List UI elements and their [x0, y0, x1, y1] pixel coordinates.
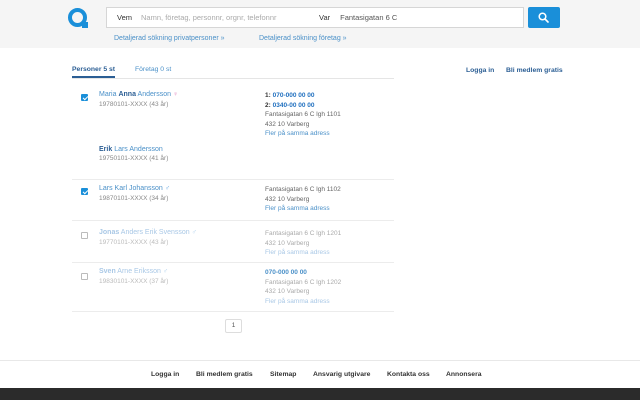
row-divider — [72, 262, 394, 263]
search-button[interactable] — [528, 7, 560, 28]
person-id: 19830101-XXXX (37 år) — [99, 278, 169, 285]
phone-value: 070-000 00 00 — [265, 269, 307, 276]
person-id: 19770101-XXXX (43 år) — [99, 239, 169, 246]
person-name[interactable]: Maria Anna Andersson ♀ — [99, 91, 178, 98]
given-name: Jonas — [99, 229, 120, 236]
row-divider — [72, 220, 394, 221]
male-icon: ♂ — [191, 229, 197, 236]
last-name: Lars Andersson — [114, 146, 163, 153]
last-name: Arne Eriksson — [117, 268, 161, 275]
same-address-link[interactable]: Fler på samma adress — [265, 297, 341, 307]
login-link[interactable]: Logga in — [466, 67, 494, 74]
search-box: Vem Var — [106, 7, 524, 28]
select-checkbox[interactable] — [81, 273, 88, 280]
person-name[interactable]: Lars Karl Johansson ♂ — [99, 185, 170, 192]
phone-value: 070-000 00 00 — [272, 92, 315, 99]
advanced-search-company-link[interactable]: Detaljerad sökning företag » — [259, 35, 347, 42]
footer-member-link[interactable]: Bli medlem gratis — [196, 371, 253, 378]
phone-value: 0340-00 00 00 — [272, 101, 315, 109]
person-id: 19780101-XXXX (43 år) — [99, 101, 169, 108]
same-address-link[interactable]: Fler på samma adress — [265, 204, 341, 214]
postal-line: 432 10 Varberg — [265, 195, 310, 203]
footer-sitemap-link[interactable]: Sitemap — [270, 371, 296, 378]
person-contact: 070-000 00 00 Fantasigatan 6 C lgh 1202 … — [265, 268, 341, 306]
postal-line: 432 10 Varberg — [265, 288, 310, 295]
bottom-bar — [0, 388, 640, 400]
person-contact: Fantasigatan 6 C lgh 1201 432 10 Varberg… — [265, 229, 341, 258]
select-checkbox[interactable] — [81, 232, 88, 239]
given-name: Erik — [99, 146, 113, 153]
last-name: Johansson — [128, 185, 163, 192]
person-name[interactable]: Jonas Anders Erik Svensson ♂ — [99, 229, 197, 236]
result-tabs: Personer 5 st Företag 0 st — [72, 66, 394, 79]
male-icon: ♂ — [164, 185, 171, 192]
last-name: Anders Erik Svensson — [120, 229, 190, 236]
phone-number[interactable]: 2: 0340-00 00 00 — [265, 101, 341, 111]
given-name: Sven — [99, 268, 116, 275]
tab-persons[interactable]: Personer 5 st — [72, 66, 116, 78]
person-name[interactable]: Sven Arne Eriksson ♂ — [99, 268, 168, 275]
where-input[interactable] — [340, 13, 491, 22]
address-line: Fantasigatan 6 C lgh 1101 — [265, 111, 341, 118]
select-checkbox[interactable] — [81, 94, 88, 101]
address-line: Fantasigatan 6 C lgh 1102 — [265, 186, 341, 193]
footer-contact-link[interactable]: Kontakta oss — [387, 371, 430, 378]
select-checkbox[interactable] — [81, 188, 88, 195]
first-name: Lars Karl — [99, 185, 128, 192]
given-name: Anna — [118, 91, 136, 98]
phone-number[interactable]: 1: 070-000 00 00 — [265, 91, 341, 101]
footer-login-link[interactable]: Logga in — [151, 371, 179, 378]
who-field: Vem — [107, 13, 305, 22]
member-link[interactable]: Bli medlem gratis — [506, 67, 563, 74]
person-id: 19750101-XXXX (41 år) — [99, 155, 169, 162]
footer-advertise-link[interactable]: Annonsera — [446, 371, 482, 378]
first-name: Maria — [99, 91, 117, 98]
footer-publisher-link[interactable]: Ansvarig utgivare — [313, 371, 370, 378]
header: Vem Var Detaljerad sökning privatpersone… — [0, 0, 640, 48]
postal-line: 432 10 Varberg — [265, 120, 310, 128]
same-address-link[interactable]: Fler på samma adress — [265, 248, 341, 258]
same-address-link[interactable]: Fler på samma adress — [265, 129, 341, 139]
female-icon: ♀ — [173, 91, 179, 98]
advanced-search-private-link[interactable]: Detaljerad sökning privatpersoner » — [114, 35, 225, 42]
row-divider — [72, 179, 394, 180]
address-line: Fantasigatan 6 C lgh 1201 — [265, 230, 342, 237]
person-contact: 1: 070-000 00 00 2: 0340-00 00 00 Fantas… — [265, 91, 341, 139]
person-name[interactable]: Erik Lars Andersson — [99, 146, 163, 153]
last-name: Andersson — [137, 91, 171, 98]
who-input[interactable] — [141, 13, 292, 22]
where-label: Var — [319, 13, 331, 22]
male-icon: ♂ — [162, 268, 169, 275]
postal-line: 432 10 Varberg — [265, 239, 310, 247]
pagination-page[interactable]: 1 — [225, 319, 242, 333]
address-line: Fantasigatan 6 C lgh 1202 — [265, 278, 342, 286]
logo-icon[interactable] — [68, 8, 88, 28]
person-id: 19870101-XXXX (34 år) — [99, 195, 169, 202]
person-contact: Fantasigatan 6 C lgh 1102 432 10 Varberg… — [265, 185, 341, 214]
row-divider — [72, 311, 394, 312]
phone-number[interactable]: 070-000 00 00 — [265, 268, 341, 278]
phone-index: 1: — [265, 92, 271, 99]
search-icon — [538, 12, 549, 23]
where-field: Var — [305, 13, 491, 22]
phone-index: 2: — [265, 101, 271, 109]
tab-companies[interactable]: Företag 0 st — [135, 66, 171, 73]
footer: Logga in Bli medlem gratis Sitemap Ansva… — [0, 360, 640, 388]
who-label: Vem — [117, 13, 133, 22]
